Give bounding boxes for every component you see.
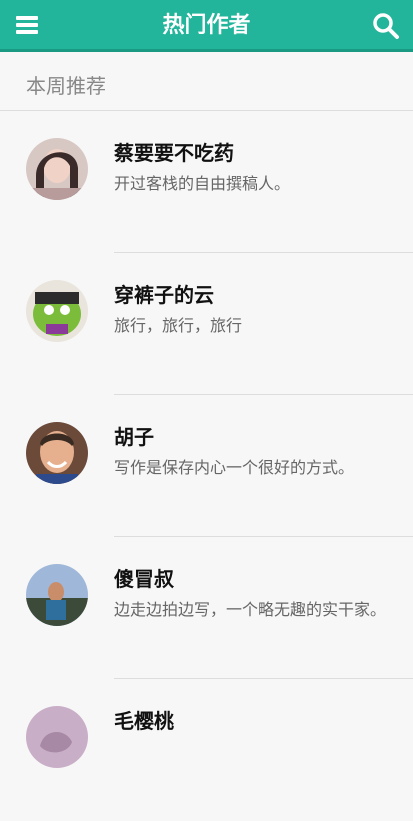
author-avatar bbox=[26, 138, 88, 200]
author-avatar bbox=[26, 706, 88, 768]
author-name: 胡子 bbox=[114, 425, 154, 449]
author-name: 穿裤子的云 bbox=[114, 283, 214, 307]
author-description: 旅行，旅行，旅行 bbox=[114, 316, 243, 335]
top-bar: 热门作者 bbox=[0, 0, 413, 52]
author-description: 写作是保存内心一个很好的方式。 bbox=[114, 458, 355, 477]
section-label: 本周推荐 bbox=[26, 74, 106, 98]
search-icon[interactable] bbox=[372, 12, 400, 40]
author-name: 蔡要要不吃药 bbox=[114, 141, 234, 165]
author-name: 傻冒叔 bbox=[114, 567, 174, 591]
author-item[interactable]: 毛樱桃 bbox=[0, 679, 413, 821]
author-description: 开过客栈的自由撰稿人。 bbox=[114, 174, 291, 193]
page-title: 热门作者 bbox=[162, 13, 251, 38]
section-header: 本周推荐 bbox=[0, 55, 413, 111]
author-item[interactable]: 穿裤子的云 旅行，旅行，旅行 bbox=[0, 253, 413, 395]
author-avatar bbox=[26, 564, 88, 626]
author-item[interactable]: 胡子 写作是保存内心一个很好的方式。 bbox=[0, 395, 413, 537]
author-item[interactable]: 蔡要要不吃药 开过客栈的自由撰稿人。 bbox=[0, 111, 413, 253]
author-description: 边走边拍边写，一个略无趣的实干家。 bbox=[114, 600, 387, 619]
author-list: 蔡要要不吃药 开过客栈的自由撰稿人。 穿裤子的云 旅行，旅行，旅行 胡子 写作是… bbox=[0, 111, 413, 821]
author-name: 毛樱桃 bbox=[114, 709, 174, 733]
author-avatar bbox=[26, 422, 88, 484]
author-avatar bbox=[26, 280, 88, 342]
author-item[interactable]: 傻冒叔 边走边拍边写，一个略无趣的实干家。 bbox=[0, 537, 413, 679]
